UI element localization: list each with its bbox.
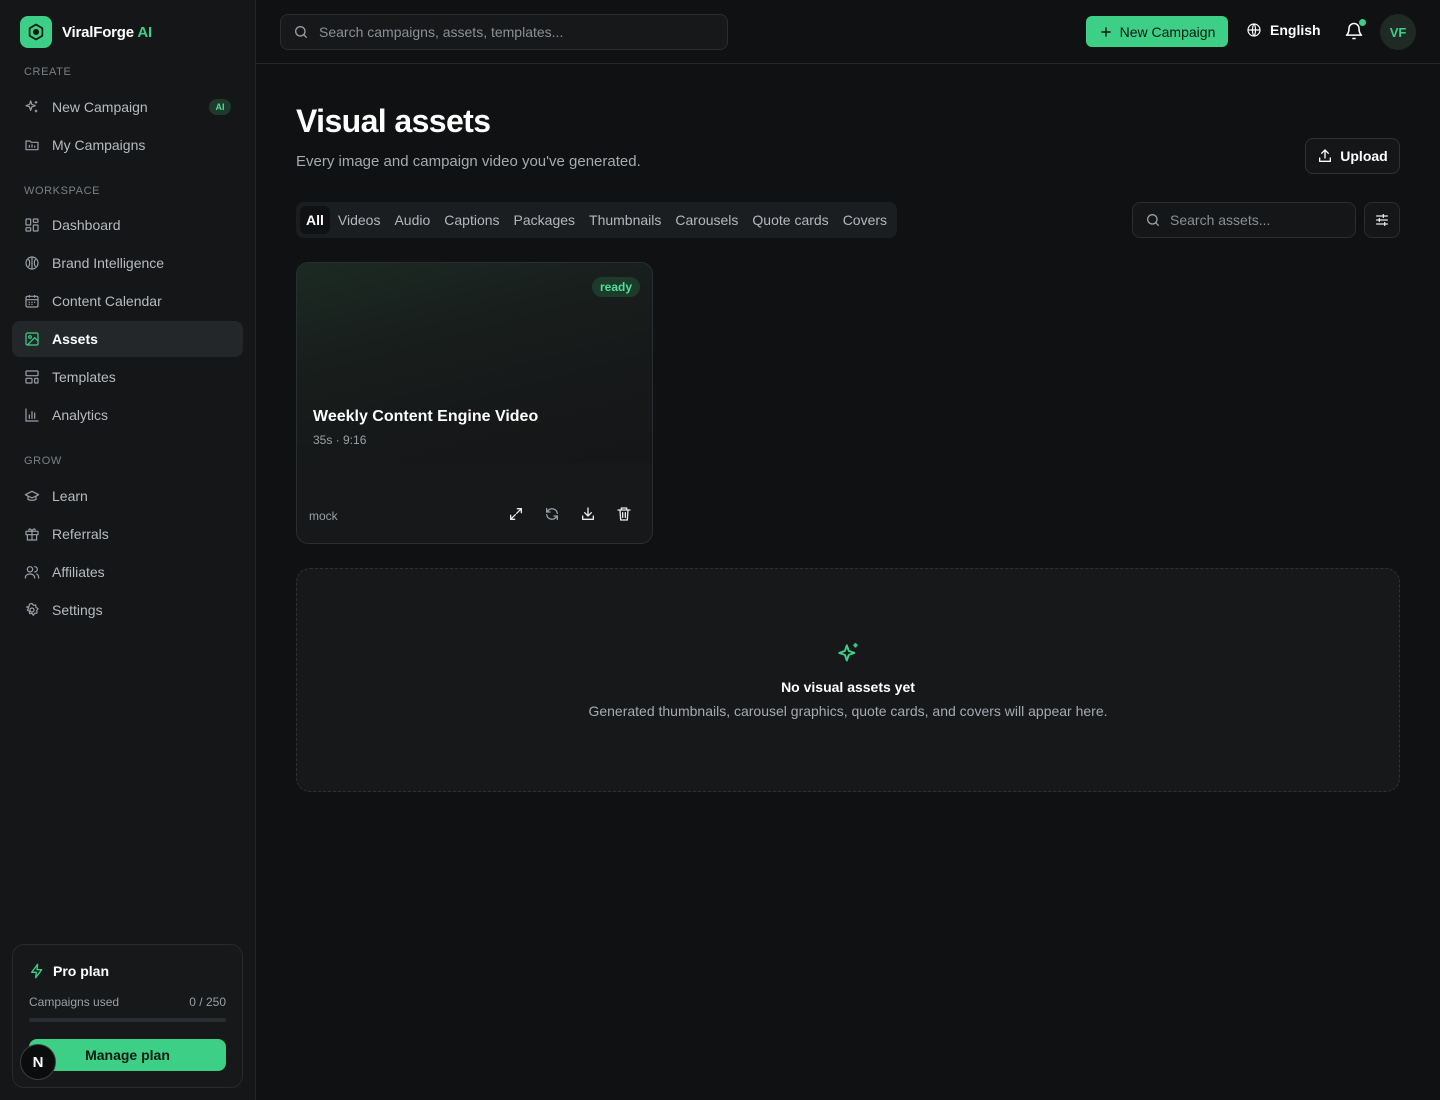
tab-packages[interactable]: Packages bbox=[508, 206, 581, 234]
asset-title: Weekly Content Engine Video bbox=[313, 408, 539, 425]
tab-carousels[interactable]: Carousels bbox=[669, 206, 744, 234]
floating-avatar[interactable]: N bbox=[20, 1044, 56, 1080]
sidebar-item-label: Templates bbox=[52, 369, 116, 385]
tab-quote-cards[interactable]: Quote cards bbox=[746, 206, 834, 234]
sidebar-item-analytics[interactable]: Analytics bbox=[12, 397, 243, 433]
asset-card[interactable]: ready Weekly Content Engine Video 35s · … bbox=[296, 262, 653, 544]
sidebar: ViralForge AI CREATE New Campaign AI My … bbox=[0, 0, 256, 1100]
section-label-grow: GROW bbox=[24, 455, 62, 467]
tab-all[interactable]: All bbox=[300, 206, 330, 234]
manage-plan-button[interactable]: Manage plan bbox=[29, 1039, 226, 1071]
ai-badge: AI bbox=[209, 99, 231, 115]
sidebar-item-label: Affiliates bbox=[52, 564, 105, 580]
upload-label: Upload bbox=[1340, 148, 1388, 164]
download-icon[interactable] bbox=[580, 506, 596, 522]
sliders-icon bbox=[1376, 214, 1388, 226]
asset-search[interactable] bbox=[1132, 202, 1356, 238]
layout-template-icon bbox=[25, 370, 39, 384]
language-label: English bbox=[1270, 22, 1321, 38]
sidebar-item-label: Referrals bbox=[52, 526, 109, 542]
sidebar-item-referrals[interactable]: Referrals bbox=[12, 516, 243, 552]
new-campaign-button[interactable]: New Campaign bbox=[1086, 16, 1228, 47]
asset-type-tabs: All Videos Audio Captions Packages Thumb… bbox=[296, 202, 898, 238]
tab-audio[interactable]: Audio bbox=[388, 206, 436, 234]
sidebar-item-learn[interactable]: Learn bbox=[12, 478, 243, 514]
section-label-workspace: WORKSPACE bbox=[24, 185, 101, 197]
plus-icon bbox=[1100, 26, 1111, 37]
image-icon bbox=[25, 332, 39, 346]
user-avatar[interactable]: VF bbox=[1380, 14, 1416, 50]
plan-usage-bar bbox=[29, 1018, 226, 1022]
sidebar-item-label: Analytics bbox=[52, 407, 109, 423]
sidebar-item-label: Assets bbox=[52, 331, 98, 347]
brand-logo-icon bbox=[20, 16, 52, 48]
calendar-icon bbox=[25, 295, 39, 308]
empty-state-title: No visual assets yet bbox=[781, 679, 915, 695]
new-campaign-label: New Campaign bbox=[1119, 23, 1216, 40]
upload-icon bbox=[1319, 149, 1332, 162]
users-icon bbox=[24, 566, 40, 579]
tab-covers[interactable]: Covers bbox=[837, 206, 893, 234]
bar-chart-icon bbox=[25, 408, 39, 422]
sidebar-item-content-calendar[interactable]: Content Calendar bbox=[12, 283, 243, 319]
zap-icon bbox=[31, 963, 43, 979]
graduation-cap-icon bbox=[24, 490, 40, 501]
sidebar-item-new-campaign[interactable]: New Campaign AI bbox=[12, 89, 243, 125]
sidebar-item-label: Settings bbox=[52, 602, 103, 618]
sparkles-icon bbox=[25, 100, 38, 113]
notification-dot bbox=[1359, 19, 1366, 26]
expand-icon[interactable] bbox=[508, 506, 524, 522]
brand[interactable]: ViralForge AI bbox=[20, 16, 152, 48]
brain-icon bbox=[25, 256, 39, 270]
sidebar-item-assets[interactable]: Assets bbox=[12, 321, 243, 357]
sidebar-item-my-campaigns[interactable]: My Campaigns bbox=[12, 127, 243, 163]
asset-search-input[interactable] bbox=[1170, 212, 1340, 228]
empty-state-text: Generated thumbnails, carousel graphics,… bbox=[588, 703, 1108, 719]
global-search[interactable] bbox=[280, 14, 728, 50]
sparkles-icon bbox=[838, 643, 858, 662]
plan-title: Pro plan bbox=[29, 963, 109, 979]
page-title: Visual assets bbox=[296, 103, 491, 139]
page-subtitle: Every image and campaign video you've ge… bbox=[296, 153, 641, 170]
upload-button[interactable]: Upload bbox=[1305, 138, 1400, 174]
asset-meta: 35s · 9:16 bbox=[313, 433, 367, 447]
regenerate-icon[interactable] bbox=[544, 506, 560, 522]
top-bar: New Campaign English VF bbox=[256, 0, 1440, 64]
search-icon bbox=[1147, 214, 1159, 226]
search-icon bbox=[295, 26, 307, 38]
empty-state: No visual assets yet Generated thumbnail… bbox=[296, 568, 1400, 792]
sidebar-item-affiliates[interactable]: Affiliates bbox=[12, 554, 243, 590]
language-selector[interactable]: English bbox=[1246, 22, 1321, 38]
plan-usage-value: 0 / 250 bbox=[189, 995, 226, 1009]
asset-source: mock bbox=[309, 509, 338, 523]
globe-icon bbox=[1247, 23, 1261, 37]
sidebar-item-templates[interactable]: Templates bbox=[12, 359, 243, 395]
notifications-button[interactable] bbox=[1344, 19, 1366, 41]
tab-captions[interactable]: Captions bbox=[438, 206, 505, 234]
asset-actions bbox=[508, 506, 632, 522]
tab-thumbnails[interactable]: Thumbnails bbox=[583, 206, 667, 234]
filter-button[interactable] bbox=[1364, 202, 1400, 238]
sidebar-item-label: My Campaigns bbox=[52, 137, 146, 153]
section-label-create: CREATE bbox=[24, 66, 72, 78]
trash-icon[interactable] bbox=[616, 506, 632, 522]
folder-icon bbox=[25, 140, 39, 151]
sidebar-item-label: Dashboard bbox=[52, 217, 121, 233]
sidebar-item-brand-intelligence[interactable]: Brand Intelligence bbox=[12, 245, 243, 281]
global-search-input[interactable] bbox=[319, 24, 699, 40]
sidebar-item-label: Content Calendar bbox=[52, 293, 162, 309]
plan-usage-label: Campaigns used bbox=[29, 995, 120, 1009]
status-badge: ready bbox=[591, 277, 640, 297]
sidebar-item-label: New Campaign bbox=[52, 99, 148, 115]
gear-icon bbox=[26, 602, 39, 616]
sidebar-item-dashboard[interactable]: Dashboard bbox=[12, 207, 243, 243]
sidebar-item-label: Learn bbox=[52, 488, 88, 504]
dashboard-icon bbox=[25, 218, 39, 232]
gift-icon bbox=[25, 528, 39, 541]
brand-name: ViralForge AI bbox=[62, 23, 152, 41]
sidebar-item-label: Brand Intelligence bbox=[52, 255, 165, 271]
tab-videos[interactable]: Videos bbox=[332, 206, 387, 234]
sidebar-item-settings[interactable]: Settings bbox=[12, 592, 243, 628]
